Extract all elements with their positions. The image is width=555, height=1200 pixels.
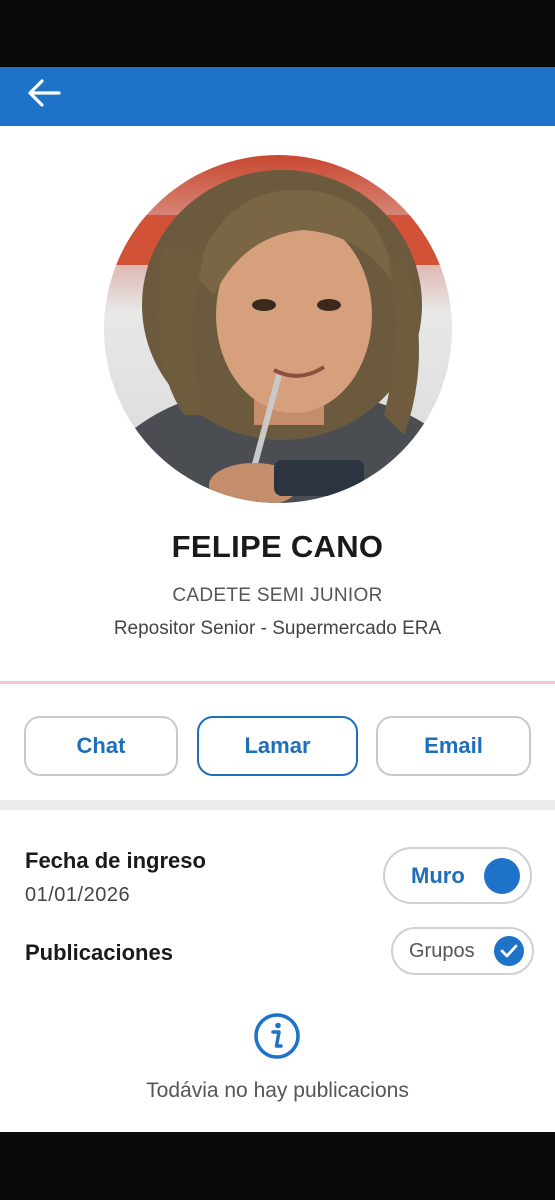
radio-selected-icon	[484, 857, 520, 894]
profile-screen: FELIPE CANO CADETE SEMI JUNIOR Repositor…	[0, 67, 555, 1132]
arrow-left-icon	[28, 79, 61, 107]
muro-toggle[interactable]: Muro	[383, 847, 532, 904]
profile-name: FELIPE CANO	[171, 529, 384, 564]
profile-role: CADETE SEMI JUNIOR	[172, 585, 383, 606]
app-bar	[0, 67, 555, 126]
entry-date-value: 01/01/2026	[25, 884, 131, 906]
section-divider-gray	[0, 800, 555, 810]
info-icon	[254, 1013, 300, 1059]
profile-position: Repositor Senior - Supermercado ERA	[113, 618, 442, 639]
grupos-toggle[interactable]: Grupos	[391, 927, 534, 975]
empty-state-message: Todávia no hay publicacions	[146, 1079, 409, 1102]
email-button[interactable]: Email	[376, 716, 531, 776]
chat-button[interactable]: Chat	[24, 716, 178, 776]
call-button[interactable]: Lamar	[197, 716, 358, 776]
section-divider	[0, 681, 555, 684]
back-button[interactable]	[20, 71, 68, 115]
entry-date-label: Fecha de ingreso	[25, 848, 206, 873]
check-icon	[494, 936, 524, 966]
grupos-label: Grupos	[409, 939, 475, 962]
muro-label: Muro	[411, 862, 465, 888]
publications-label: Publicaciones	[25, 940, 173, 965]
avatar	[104, 155, 452, 503]
